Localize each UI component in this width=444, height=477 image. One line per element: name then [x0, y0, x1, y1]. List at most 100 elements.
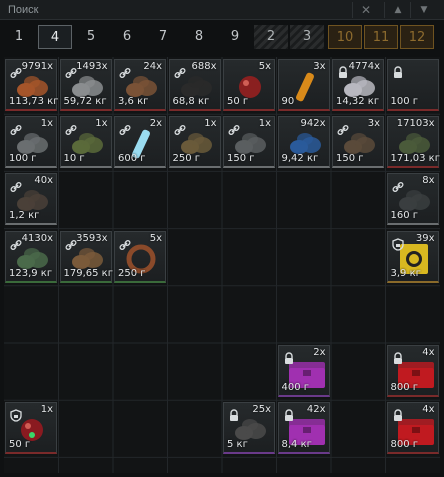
shield-lock-icon — [391, 236, 404, 251]
item-count: 24x — [143, 61, 162, 72]
item-count: 4130x — [21, 232, 53, 244]
tab-6[interactable]: 6 — [110, 25, 144, 49]
inventory-slot[interactable]: 3x 90 — [277, 59, 330, 111]
inventory-slot[interactable]: 9791x 113,73 кг — [5, 59, 58, 111]
inventory-slot[interactable]: 42x 8,4 кг — [277, 402, 330, 455]
item-count: 1x — [40, 404, 53, 416]
page-tabs: 1 4 5 6 7 8 9 2 3 10 11 12 — [0, 23, 444, 53]
tab-4[interactable]: 4 — [38, 25, 72, 49]
tab-8[interactable]: 8 — [182, 25, 216, 49]
item-count: 3x — [367, 118, 380, 130]
inventory-grid: 9791x 113,73 кг 1493x 59,72 кг 24x 3,6 кг 688x… — [4, 57, 440, 473]
link-icon — [173, 121, 186, 136]
tab-1[interactable]: 1 — [2, 25, 36, 49]
potion-vial-icon — [287, 70, 323, 102]
item-weight: 179,65 кг — [63, 267, 113, 279]
inventory-slot[interactable]: 2x 400 г — [277, 345, 330, 397]
divider — [384, 2, 385, 18]
inventory-slot[interactable]: 1x 100 г — [5, 116, 57, 169]
close-icon[interactable]: ✕ — [356, 1, 376, 19]
link-icon — [119, 121, 131, 136]
inventory-slot[interactable]: 3x 150 г — [332, 116, 384, 169]
inventory-slot[interactable]: 1x 250 г — [168, 116, 221, 169]
item-weight: 9,42 кг — [281, 153, 319, 165]
link-icon — [119, 236, 131, 250]
inventory-slot[interactable]: 4774x 14,32 кг — [332, 59, 384, 111]
item-weight: 150 г — [336, 153, 364, 165]
item-weight: 800 г — [390, 439, 419, 451]
tab-9[interactable]: 9 — [218, 25, 252, 49]
item-count: 1x — [204, 118, 217, 130]
inventory-slot[interactable]: 8x 160 г — [386, 173, 439, 226]
link-icon — [10, 64, 22, 79]
item-weight: 8,4 кг — [281, 439, 312, 451]
divider — [352, 2, 353, 18]
padlock-icon — [392, 64, 402, 78]
item-weight: 68,8 кг — [172, 96, 210, 107]
search-bar: ✕ ▲ ▼ — [0, 0, 444, 20]
padlock-icon — [283, 350, 293, 364]
tab-2[interactable]: 2 — [254, 25, 288, 49]
link-icon — [337, 121, 349, 136]
inventory-slot[interactable]: 1x 50 г — [5, 402, 57, 455]
item-count: 42x — [306, 404, 326, 416]
item-count: 1x — [95, 118, 108, 130]
inventory-slot[interactable]: 4130x 123,9 кг — [5, 230, 57, 283]
item-weight: 50 г — [9, 439, 31, 451]
tab-7[interactable]: 7 — [146, 25, 180, 49]
item-weight: 250 г — [172, 153, 201, 165]
inventory-slot[interactable]: 1x 150 г — [223, 116, 275, 169]
item-count: 4x — [422, 404, 435, 416]
padlock-icon — [228, 407, 238, 422]
link-icon — [173, 64, 186, 79]
search-input[interactable] — [2, 1, 380, 18]
link-icon — [119, 64, 131, 79]
divider — [410, 2, 411, 18]
item-weight: 3,9 кг — [390, 267, 421, 279]
arrow-up-icon[interactable]: ▲ — [388, 1, 408, 19]
inventory-slot[interactable]: 40x 1,2 кг — [5, 173, 57, 226]
inventory-slot[interactable]: 4x 800 г — [386, 402, 439, 455]
item-count: 1x — [258, 118, 271, 130]
inventory-slot[interactable]: 1x 10 г — [59, 116, 112, 169]
tab-10[interactable]: 10 — [328, 25, 362, 49]
item-weight: 100 г — [390, 96, 419, 107]
tab-3[interactable]: 3 — [290, 25, 324, 49]
inventory-slot[interactable]: 5x 250 г — [114, 230, 166, 283]
item-count: 9791x — [21, 61, 53, 72]
item-count: 5x — [258, 61, 271, 72]
tab-5[interactable]: 5 — [74, 25, 108, 49]
item-count: 942x — [300, 118, 326, 130]
inventory-slot[interactable]: 5x 50 г — [223, 59, 275, 111]
item-count: 1493x — [76, 61, 108, 72]
inventory-slot[interactable]: 688x 68,8 кг — [168, 59, 221, 111]
inventory-slot[interactable]: 2x 600 г — [114, 116, 166, 169]
item-weight: 123,9 кг — [9, 267, 53, 279]
inventory-slot[interactable]: 942x 9,42 кг — [277, 116, 330, 169]
sacks-icon — [396, 127, 432, 155]
inventory-slot[interactable]: 1493x 59,72 кг — [59, 59, 112, 111]
padlock-icon — [337, 64, 347, 78]
inventory-slot[interactable]: 3593x 179,65 кг — [59, 230, 113, 283]
inventory-slot[interactable]: 24x 3,6 кг — [114, 59, 166, 111]
item-count: 25x — [252, 404, 271, 416]
item-weight: 90 — [281, 96, 295, 107]
inventory-slot[interactable]: 17103x 171,03 кг — [386, 116, 440, 169]
inventory-slot[interactable]: 25x 5 кг — [223, 402, 275, 455]
inventory-slot[interactable]: 100 г — [386, 59, 439, 111]
arrow-down-icon[interactable]: ▼ — [414, 1, 434, 19]
item-count: 3593x — [76, 232, 108, 244]
red-orb-icon — [232, 70, 268, 98]
tab-11[interactable]: 11 — [364, 25, 398, 49]
padlock-icon — [392, 350, 402, 364]
item-weight: 10 г — [63, 153, 85, 165]
link-icon — [10, 121, 22, 136]
item-count: 2x — [149, 118, 162, 130]
inventory-slot[interactable]: 39x 3,9 кг — [386, 230, 439, 283]
item-weight: 171,03 кг — [390, 153, 440, 165]
tab-12[interactable]: 12 — [400, 25, 434, 49]
inventory-slot[interactable]: 4x 800 г — [386, 345, 439, 397]
item-weight: 800 г — [390, 382, 419, 393]
link-icon — [64, 121, 77, 136]
item-weight: 59,72 кг — [63, 96, 107, 107]
